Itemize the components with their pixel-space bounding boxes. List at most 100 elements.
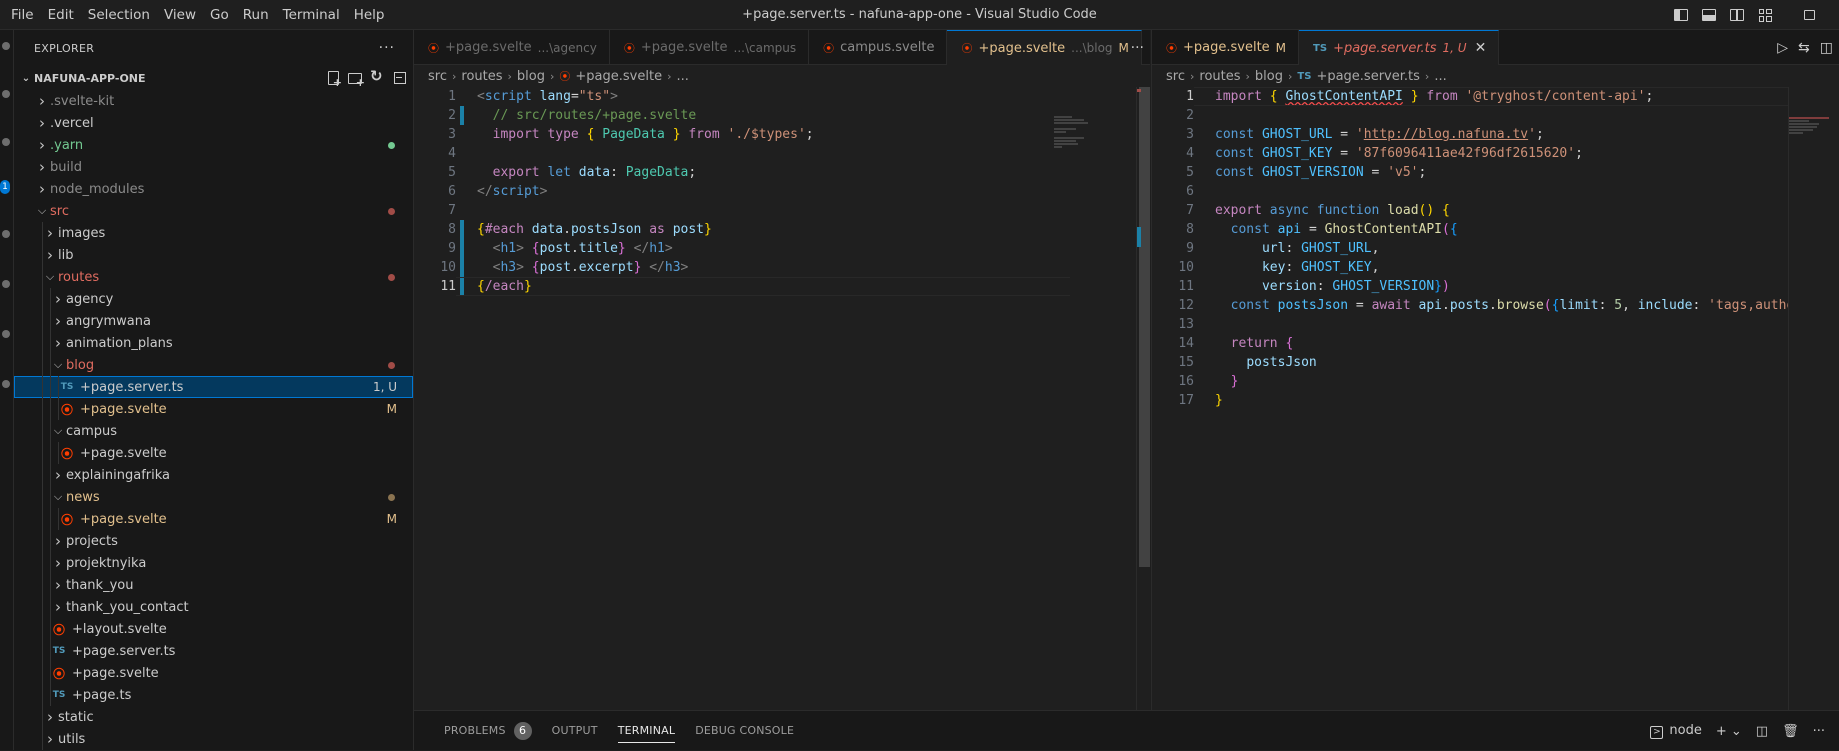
tree-folder[interactable]: ⌵ campus xyxy=(14,420,413,442)
editor-tab[interactable]: ⦿ +page.svelte ...\blog M xyxy=(947,30,1142,65)
menu-view[interactable]: View xyxy=(157,0,203,30)
project-root[interactable]: ⌄ NAFUNA-APP-ONE xyxy=(14,66,413,90)
run-debug-icon[interactable] xyxy=(2,230,10,238)
editor-tab[interactable]: ⦿ +page.svelte M xyxy=(1152,30,1300,65)
breadcrumb-separator-icon: › xyxy=(1189,69,1195,83)
breadcrumb-item[interactable]: +page.server.ts xyxy=(1316,69,1419,84)
chevron-down-icon: ⌵ xyxy=(53,358,63,371)
testing-icon[interactable] xyxy=(2,380,10,388)
tree-folder[interactable]: › agency xyxy=(14,288,413,310)
tree-file[interactable]: ⦿ +page.svelte M xyxy=(14,398,413,420)
tree-file[interactable]: ⦿ +layout.svelte xyxy=(14,618,413,640)
close-tab-icon[interactable]: ✕ xyxy=(1475,40,1487,56)
editor-tabs-left: ⦿ +page.svelte ...\agency ⦿ +page.svelte ...\… xyxy=(414,30,1150,65)
minimap-right[interactable] xyxy=(1788,87,1839,710)
breadcrumb-item[interactable]: ... xyxy=(1434,69,1446,84)
breadcrumb-item[interactable]: routes xyxy=(1199,69,1240,84)
editor-tab[interactable]: ⦿ +page.svelte ...\agency xyxy=(414,30,610,65)
remote-explorer-icon[interactable] xyxy=(2,330,10,338)
tree-folder[interactable]: › .yarn xyxy=(14,134,413,156)
tree-file[interactable]: TS +page.server.ts xyxy=(14,640,413,662)
vertical-scrollbar-left[interactable] xyxy=(1136,87,1150,710)
new-file-icon[interactable] xyxy=(325,70,342,89)
more-actions-icon[interactable]: ··· xyxy=(1813,724,1825,739)
breadcrumb-item[interactable]: +page.svelte xyxy=(575,69,662,84)
chevron-right-icon: › xyxy=(55,554,61,572)
open-changes-icon[interactable]: ◫ xyxy=(1820,40,1833,56)
tree-folder[interactable]: › utils xyxy=(14,728,413,750)
tree-folder[interactable]: › projektnyika xyxy=(14,552,413,574)
tree-item-label: thank_you_contact xyxy=(66,599,189,615)
menu-file[interactable]: File xyxy=(4,0,41,30)
tree-file[interactable]: TS +page.ts xyxy=(14,684,413,706)
panel-tab-problems[interactable]: PROBLEMS 6 xyxy=(434,711,542,751)
tree-folder[interactable]: › static xyxy=(14,706,413,728)
breadcrumb-item[interactable]: src xyxy=(1166,69,1185,84)
run-icon[interactable]: ▷ xyxy=(1777,40,1788,56)
minimap-left[interactable] xyxy=(1054,116,1124,316)
tree-folder[interactable]: › .svelte-kit xyxy=(14,90,413,112)
terminal-selector[interactable]: > node xyxy=(1650,723,1702,739)
tree-folder[interactable]: › projects xyxy=(14,530,413,552)
panel-tab-output[interactable]: OUTPUT xyxy=(542,711,608,751)
panel-tab-terminal[interactable]: TERMINAL xyxy=(608,711,686,751)
breadcrumb-item[interactable]: blog xyxy=(517,69,545,84)
new-terminal-icon[interactable]: + ⌄ xyxy=(1716,724,1742,739)
split-terminal-icon[interactable]: ◫ xyxy=(1756,724,1768,739)
new-folder-icon[interactable] xyxy=(347,70,365,89)
breadcrumb-item[interactable]: blog xyxy=(1255,69,1283,84)
tree-folder[interactable]: › thank_you xyxy=(14,574,413,596)
tree-folder[interactable]: ⌵ src xyxy=(14,200,413,222)
toggle-primary-sidebar-icon[interactable] xyxy=(1667,0,1695,30)
tree-folder[interactable]: › node_modules xyxy=(14,178,413,200)
code-line: 7 xyxy=(448,203,456,218)
tree-folder[interactable]: › images xyxy=(14,222,413,244)
menu-edit[interactable]: Edit xyxy=(41,0,81,30)
customize-layout-icon[interactable] xyxy=(1751,0,1779,30)
tree-folder[interactable]: › .vercel xyxy=(14,112,413,134)
chevron-right-icon: › xyxy=(47,246,53,264)
source-control-icon[interactable] xyxy=(2,138,10,146)
tree-file[interactable]: TS +page.server.ts 1, U xyxy=(14,376,413,398)
tree-folder[interactable]: › explainingafrika xyxy=(14,464,413,486)
extensions-icon[interactable] xyxy=(2,280,10,288)
editor-tab[interactable]: ⦿ campus.svelte xyxy=(809,30,948,65)
tree-folder[interactable]: › angrymwana xyxy=(14,310,413,332)
more-actions-icon[interactable]: ··· xyxy=(1131,40,1144,56)
tree-folder[interactable]: ⌵ routes xyxy=(14,266,413,288)
kill-terminal-icon[interactable]: 🗑 xyxy=(1782,724,1799,739)
editor-tab[interactable]: TS +page.server.ts 1, U ✕ xyxy=(1299,30,1500,65)
panel-tab-debug-console[interactable]: DEBUG CONSOLE xyxy=(685,711,804,751)
code-editor-left[interactable]: 1 <script lang="ts"> 2 // src/routes/+pag… xyxy=(414,87,1150,710)
tree-folder[interactable]: ⌵ blog xyxy=(14,354,413,376)
split-debug-icon[interactable]: ⇆ xyxy=(1798,40,1810,56)
editor-tab[interactable]: ⦿ +page.svelte ...\campus xyxy=(610,30,810,65)
breadcrumb-item[interactable]: src xyxy=(428,69,447,84)
explorer-more-icon[interactable]: ··· xyxy=(379,40,395,56)
tree-folder[interactable]: › animation_plans xyxy=(14,332,413,354)
tree-folder[interactable]: › thank_you_contact xyxy=(14,596,413,618)
toggle-panel-icon[interactable] xyxy=(1695,0,1723,30)
tab-git-status: 1, U xyxy=(1442,41,1467,55)
toggle-secondary-sidebar-icon[interactable] xyxy=(1723,0,1751,30)
breadcrumb-item[interactable]: routes xyxy=(461,69,502,84)
breadcrumb-item[interactable]: ... xyxy=(676,69,688,84)
explorer-icon[interactable] xyxy=(2,42,10,50)
refresh-explorer-icon[interactable] xyxy=(369,67,385,86)
collapse-folders-icon[interactable] xyxy=(391,70,407,86)
menu-run[interactable]: Run xyxy=(236,0,276,30)
tree-folder[interactable]: ⌵ news xyxy=(14,486,413,508)
menu-terminal[interactable]: Terminal xyxy=(276,0,347,30)
menu-help[interactable]: Help xyxy=(347,0,392,30)
tree-file[interactable]: ⦿ +page.svelte xyxy=(14,662,413,684)
menu-selection[interactable]: Selection xyxy=(81,0,157,30)
search-icon[interactable] xyxy=(2,90,10,98)
menu-go[interactable]: Go xyxy=(203,0,236,30)
restore-window-icon[interactable] xyxy=(1779,0,1839,30)
tree-folder[interactable]: › build xyxy=(14,156,413,178)
panel-tab-label: OUTPUT xyxy=(551,724,598,737)
tree-file[interactable]: ⦿ +page.svelte M xyxy=(14,508,413,530)
tree-folder[interactable]: › lib xyxy=(14,244,413,266)
code-editor-right[interactable]: 1 import { GhostContentAPI } from '@trygh… xyxy=(1152,87,1839,710)
tree-file[interactable]: ⦿ +page.svelte xyxy=(14,442,413,464)
